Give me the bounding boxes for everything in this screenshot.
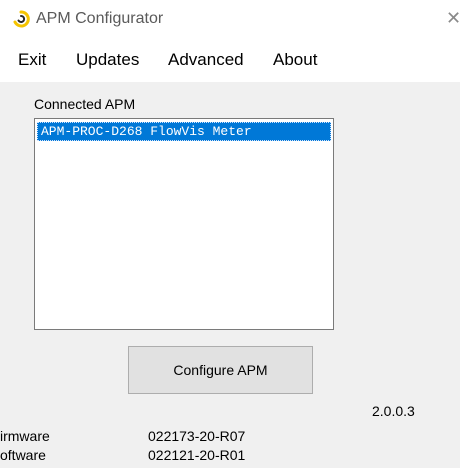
software-label: oftware bbox=[0, 447, 46, 463]
list-item[interactable]: APM-PROC-D268 FlowVis Meter bbox=[37, 122, 331, 141]
title-bar: APM Configurator ✕ bbox=[0, 0, 460, 38]
close-icon[interactable]: ✕ bbox=[446, 0, 460, 38]
menu-about[interactable]: About bbox=[273, 50, 317, 70]
software-value: 022121-20-R01 bbox=[148, 447, 246, 463]
configure-apm-button[interactable]: Configure APM bbox=[128, 346, 313, 394]
menu-updates[interactable]: Updates bbox=[76, 50, 139, 70]
window-title: APM Configurator bbox=[36, 10, 164, 27]
version-label: 2.0.0.3 bbox=[372, 403, 415, 419]
firmware-label: irmware bbox=[0, 428, 50, 444]
menu-exit[interactable]: Exit bbox=[18, 50, 46, 70]
menu-advanced[interactable]: Advanced bbox=[168, 50, 244, 70]
connected-apm-label: Connected APM bbox=[34, 96, 136, 112]
connected-apm-list[interactable]: APM-PROC-D268 FlowVis Meter bbox=[34, 118, 334, 330]
app-logo-icon bbox=[13, 10, 30, 28]
firmware-value: 022173-20-R07 bbox=[148, 428, 246, 444]
menu-bar: Exit Updates Advanced About bbox=[0, 38, 460, 82]
